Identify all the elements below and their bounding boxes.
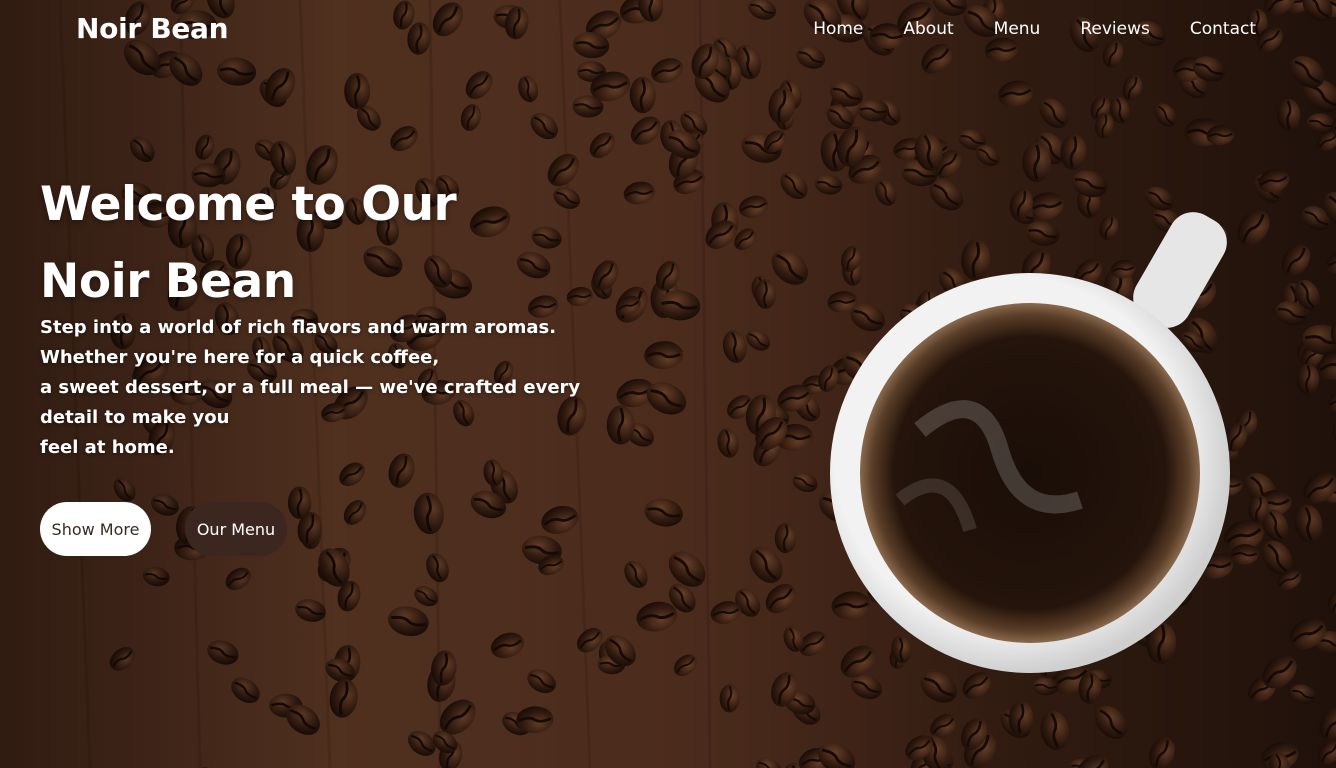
hero-description-line: Whether you're here for a quick coffee, [40, 347, 440, 368]
hero-description-line: detail to make you [40, 407, 230, 428]
brand-logo-text[interactable]: Noir Bean [76, 12, 229, 45]
our-menu-button[interactable]: Our Menu [185, 502, 287, 556]
nav-link-about[interactable]: About [903, 19, 953, 39]
hero-description-line: feel at home. [40, 437, 175, 458]
top-navigation: Noir Bean Home About Menu Reviews Contac… [0, 0, 1336, 62]
hero-title-line: Welcome to Our [40, 177, 457, 232]
hero-title-line: Noir Bean [40, 254, 296, 309]
nav-link-menu[interactable]: Menu [994, 19, 1041, 39]
hero-section: Noir Bean Home About Menu Reviews Contac… [0, 0, 1336, 768]
nav-link-reviews[interactable]: Reviews [1080, 19, 1150, 39]
nav-links: Home About Menu Reviews Contact [773, 19, 1256, 39]
hero-description: Step into a world of rich flavors and wa… [40, 313, 600, 463]
hero-description-line: Step into a world of rich flavors and wa… [40, 317, 557, 338]
nav-link-contact[interactable]: Contact [1190, 19, 1256, 39]
hero-title: Welcome to Our Noir Bean [40, 166, 600, 320]
hero-description-line: a sweet dessert, or a full meal — we've … [40, 377, 581, 398]
nav-link-home[interactable]: Home [813, 19, 863, 39]
show-more-button[interactable]: Show More [40, 502, 151, 556]
